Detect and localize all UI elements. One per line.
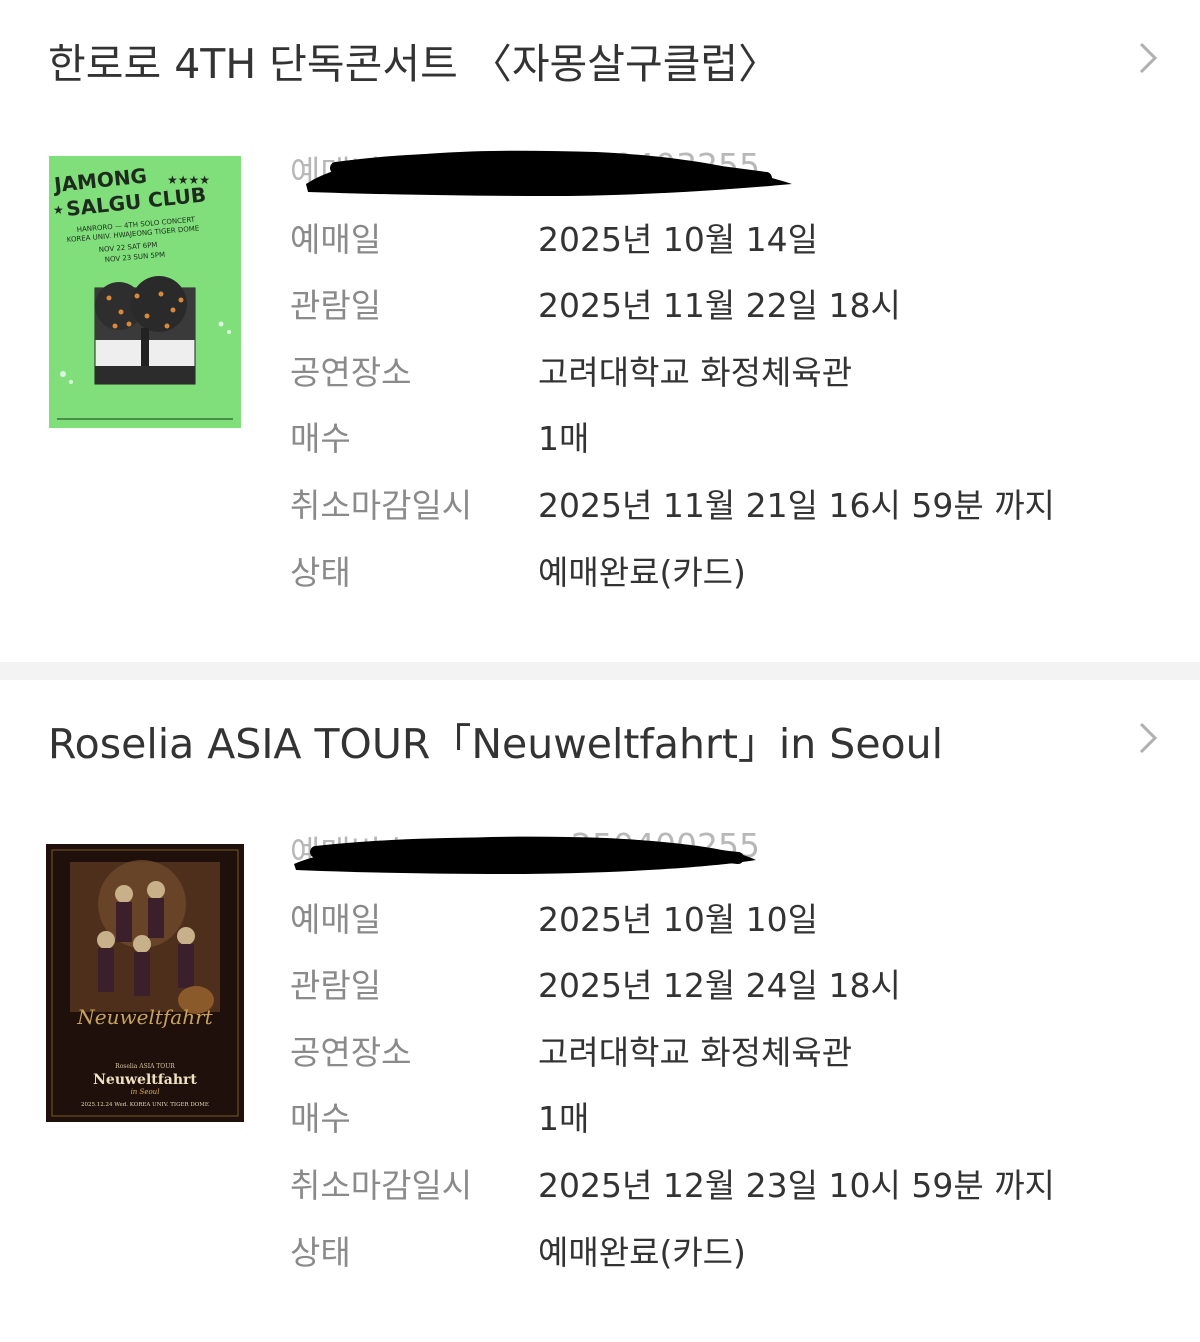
booking-number-label: 예매번호 bbox=[290, 833, 412, 872]
status-label: 상태 bbox=[290, 1232, 351, 1272]
booking-number-label: 예매번호 bbox=[290, 153, 412, 192]
cancel-deadline-value: 2025년 11월 21일 16시 59분 까지 bbox=[538, 485, 1055, 525]
poster-logo-script: Neuweltfahrt bbox=[76, 1005, 213, 1029]
quantity-label: 매수 bbox=[290, 1099, 351, 1139]
svg-text:★★★★: ★★★★ bbox=[167, 173, 210, 187]
section-divider bbox=[0, 662, 1200, 680]
chevron-right-icon[interactable] bbox=[1128, 716, 1168, 760]
booking-card-1[interactable]: 한로로 4TH 단독콘서트 〈자몽살구클럽〉 JAMONG SALGU CLUB… bbox=[0, 0, 1200, 662]
poster-date-line: 2025.12.24 Wed. KOREA UNIV. TIGER DOME bbox=[81, 1102, 209, 1108]
status-value: 예매완료(카드) bbox=[538, 1232, 746, 1272]
venue-label: 공연장소 bbox=[290, 1032, 412, 1072]
booking-date-value: 2025년 10월 10일 bbox=[538, 899, 819, 939]
booking-number-value: …250400255 bbox=[538, 826, 760, 865]
venue-value: 고려대학교 화정체육관 bbox=[538, 352, 853, 392]
concert-poster[interactable]: Neuweltfahrt Roselia ASIA TOUR Neuweltfa… bbox=[46, 844, 244, 1122]
quantity-value: 1매 bbox=[538, 419, 590, 459]
chevron-right-icon[interactable] bbox=[1128, 36, 1168, 80]
quantity-label: 매수 bbox=[290, 419, 351, 459]
concert-poster[interactable]: JAMONG SALGU CLUB ★★★★ ★ HANRORO — 4TH S… bbox=[49, 156, 241, 428]
concert-title[interactable]: 한로로 4TH 단독콘서트 〈자몽살구클럽〉 bbox=[48, 30, 779, 90]
poster-small: Roselia ASIA TOUR bbox=[115, 1063, 175, 1070]
cancel-deadline-value: 2025년 12월 23일 10시 59분 까지 bbox=[538, 1165, 1055, 1205]
view-date-value: 2025년 11월 22일 18시 bbox=[538, 286, 901, 326]
view-date-label: 관람일 bbox=[290, 286, 382, 326]
poster-big: Neuweltfahrt bbox=[93, 1072, 197, 1088]
booking-number-value: …250403255 bbox=[538, 146, 760, 185]
cancel-deadline-label: 취소마감일시 bbox=[290, 485, 473, 525]
poster-script: in Seoul bbox=[131, 1088, 160, 1096]
view-date-label: 관람일 bbox=[290, 966, 382, 1006]
poster-image: JAMONG SALGU CLUB ★★★★ ★ HANRORO — 4TH S… bbox=[49, 156, 241, 428]
status-value: 예매완료(카드) bbox=[538, 552, 746, 592]
svg-text:★: ★ bbox=[53, 203, 64, 217]
quantity-value: 1매 bbox=[538, 1099, 590, 1139]
concert-title[interactable]: Roselia ASIA TOUR「Neuweltfahrt」in Seoul bbox=[48, 710, 943, 770]
booking-card-2[interactable]: Roselia ASIA TOUR「Neuweltfahrt」in Seoul … bbox=[0, 680, 1200, 1342]
booking-date-label: 예매일 bbox=[290, 219, 382, 259]
view-date-value: 2025년 12월 24일 18시 bbox=[538, 966, 901, 1006]
poster-image: Neuweltfahrt Roselia ASIA TOUR Neuweltfa… bbox=[46, 844, 244, 1122]
booking-date-label: 예매일 bbox=[290, 899, 382, 939]
cancel-deadline-label: 취소마감일시 bbox=[290, 1165, 473, 1205]
booking-date-value: 2025년 10월 14일 bbox=[538, 219, 819, 259]
status-label: 상태 bbox=[290, 552, 351, 592]
venue-label: 공연장소 bbox=[290, 352, 412, 392]
venue-value: 고려대학교 화정체육관 bbox=[538, 1032, 853, 1072]
